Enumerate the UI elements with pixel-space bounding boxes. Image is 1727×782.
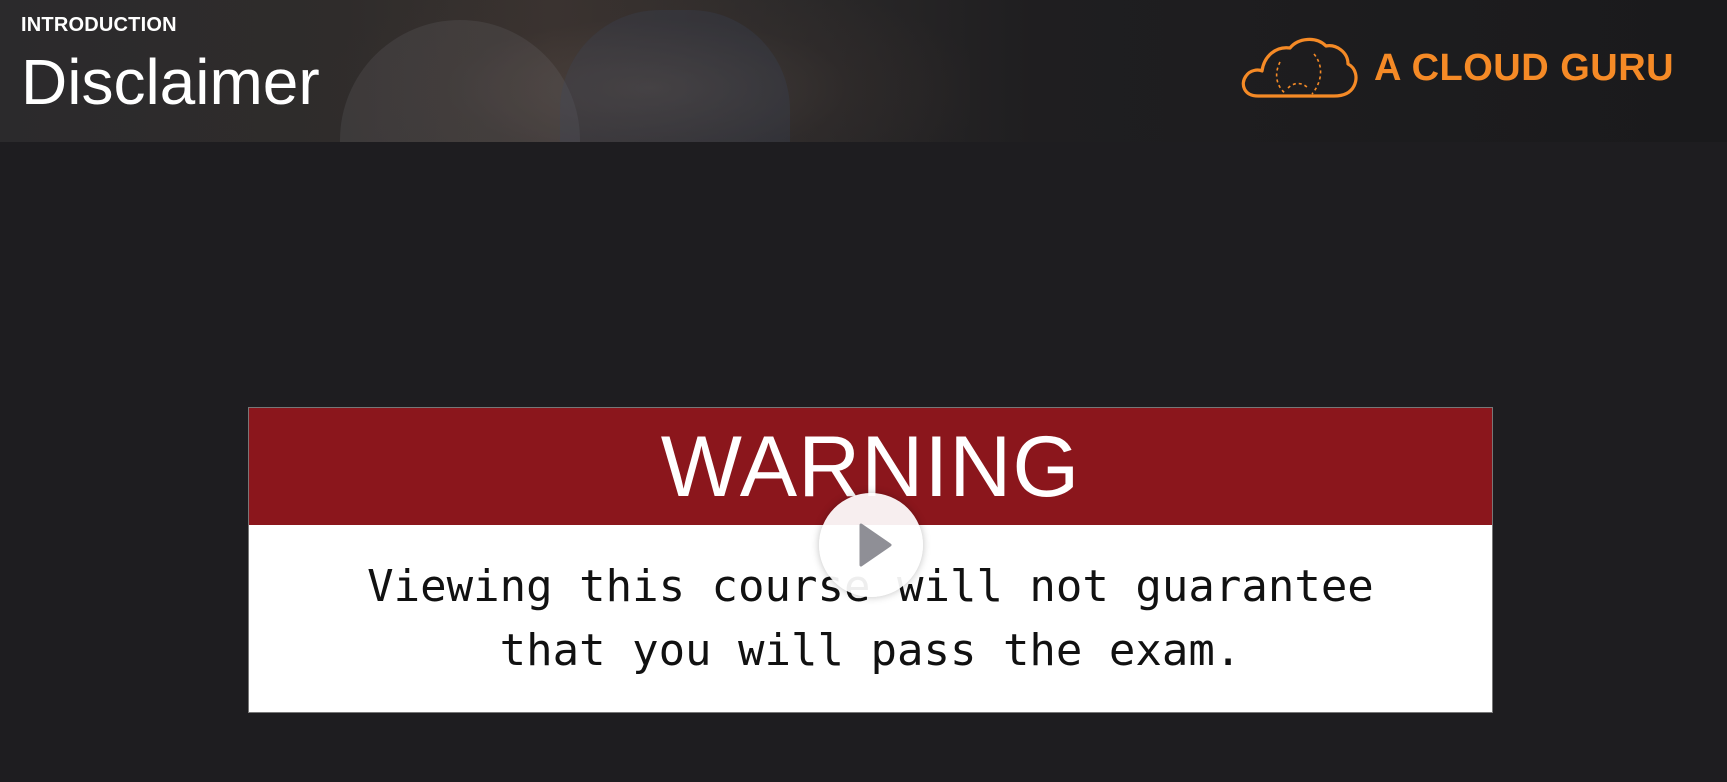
page-title: Disclaimer xyxy=(21,46,320,118)
play-button[interactable] xyxy=(819,493,923,597)
brand-logo: A CLOUD GURU xyxy=(1236,30,1674,106)
brand-name: A CLOUD GURU xyxy=(1374,46,1675,89)
video-frame: INTRODUCTION Disclaimer A CLOUD GURU WAR… xyxy=(0,0,1727,782)
cloud-logo-icon xyxy=(1236,32,1360,104)
header-bar: INTRODUCTION Disclaimer A CLOUD GURU xyxy=(0,0,1727,142)
warning-text-line-2: that you will pass the exam. xyxy=(499,624,1242,676)
section-label: INTRODUCTION xyxy=(21,14,177,36)
